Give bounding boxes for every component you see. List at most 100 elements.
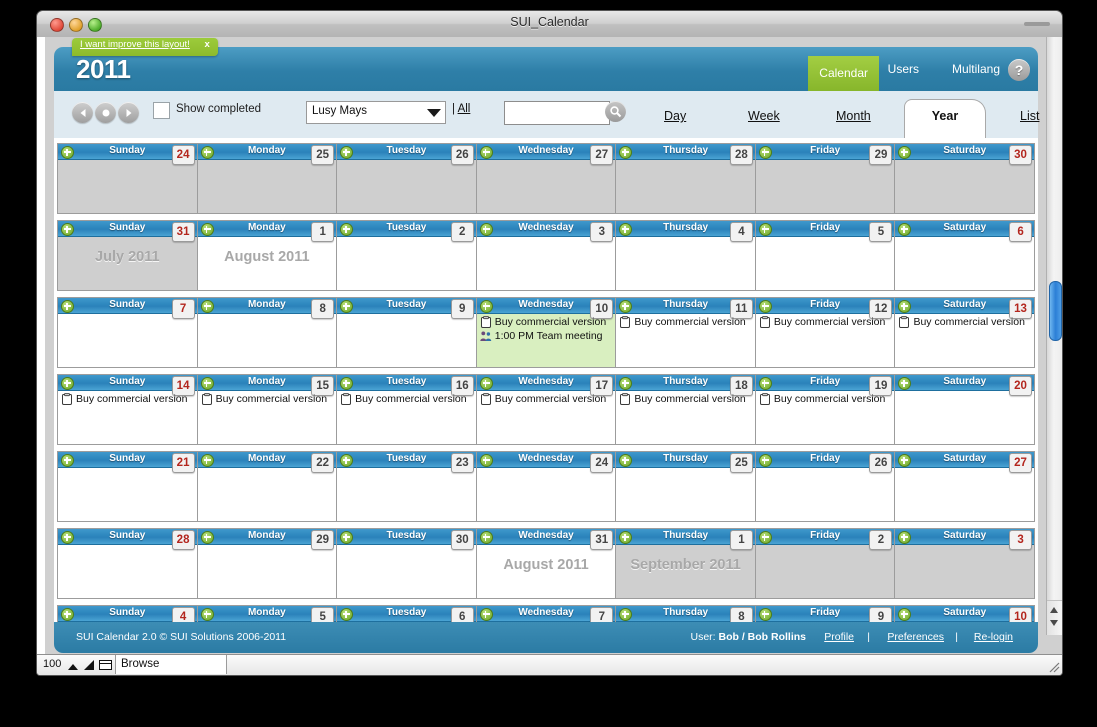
toggle-window-icon[interactable] bbox=[99, 659, 112, 671]
calendar-day-cell[interactable]: Wednesday 27 bbox=[476, 144, 617, 213]
calendar-day-cell[interactable]: Saturday 10 bbox=[895, 606, 1035, 622]
next-arrow-icon[interactable] bbox=[118, 102, 139, 123]
calendar-day-cell[interactable]: Wednesday 24 bbox=[476, 452, 617, 521]
day-number[interactable]: 7 bbox=[590, 607, 614, 622]
nav-item-calendar[interactable]: Calendar bbox=[808, 56, 879, 91]
calendar-day-cell[interactable]: Thursday 25 bbox=[616, 452, 756, 521]
scroll-up-icon[interactable] bbox=[1050, 607, 1058, 613]
calendar-event[interactable]: Buy commercial version bbox=[201, 392, 335, 406]
calendar-day-cell[interactable]: Thursday 8 bbox=[616, 606, 756, 622]
calendar-day-cell[interactable]: Wednesday 31 August 2011 bbox=[476, 529, 617, 598]
calendar-day-cell[interactable]: Monday 29 bbox=[197, 529, 338, 598]
scrollbar-arrows[interactable] bbox=[1047, 600, 1062, 635]
calendar-day-cell[interactable]: Thursday 4 bbox=[616, 221, 756, 290]
calendar-day-cell[interactable]: Wednesday 10 Buy commercial version 1:00 PM… bbox=[476, 298, 617, 367]
calendar-day-cell[interactable]: Tuesday 6 bbox=[337, 606, 477, 622]
calendar-day-cell[interactable]: Saturday 27 bbox=[895, 452, 1035, 521]
tab-year[interactable]: Year bbox=[904, 99, 986, 140]
calendar-day-cell[interactable]: Tuesday 2 bbox=[337, 221, 477, 290]
vertical-scrollbar[interactable] bbox=[1046, 37, 1062, 635]
calendar-event[interactable]: Buy commercial version bbox=[480, 392, 614, 406]
search-icon[interactable] bbox=[605, 101, 626, 122]
help-button[interactable]: ? bbox=[1008, 59, 1030, 81]
calendar-day-cell[interactable]: Friday 9 bbox=[755, 606, 896, 622]
tab-month[interactable]: Month bbox=[836, 109, 871, 123]
calendar-event[interactable]: 1:00 PM Team meeting bbox=[480, 329, 614, 343]
show-completed-checkbox[interactable] bbox=[153, 102, 170, 119]
calendar-day-cell[interactable]: Tuesday 23 bbox=[337, 452, 477, 521]
calendar-day-cell[interactable]: Friday 5 bbox=[755, 221, 896, 290]
calendar-day-cell[interactable]: Monday 5 bbox=[197, 606, 338, 622]
calendar-day-cell[interactable]: Tuesday 30 bbox=[337, 529, 477, 598]
calendar-day-cell[interactable]: Monday 22 bbox=[197, 452, 338, 521]
calendar-day-cell[interactable]: Monday 15 Buy commercial version bbox=[197, 375, 338, 444]
calendar-day-cell[interactable]: Saturday 3 bbox=[895, 529, 1035, 598]
calendar-day-cell[interactable]: Saturday 6 bbox=[895, 221, 1035, 290]
calendar-day-cell[interactable]: Wednesday 3 bbox=[476, 221, 617, 290]
toolbar-toggle-pill[interactable] bbox=[1024, 22, 1050, 26]
calendar-day-cell[interactable]: Friday 2 bbox=[755, 529, 896, 598]
zoom-in-icon[interactable] bbox=[83, 659, 96, 671]
day-number[interactable]: 9 bbox=[869, 607, 893, 622]
calendar-event[interactable]: Buy commercial version bbox=[340, 392, 474, 406]
calendar-day-cell[interactable]: Saturday 13 Buy commercial version bbox=[895, 298, 1035, 367]
day-events bbox=[895, 160, 1034, 213]
calendar-day-cell[interactable]: Sunday 4 bbox=[58, 606, 198, 622]
scroll-down-icon[interactable] bbox=[1050, 620, 1058, 626]
improve-layout-link[interactable]: I want improve this layout! bbox=[80, 39, 190, 50]
calendar-event[interactable]: Buy commercial version bbox=[61, 392, 195, 406]
calendar-day-cell[interactable]: Friday 12 Buy commercial version bbox=[755, 298, 896, 367]
calendar-day-cell[interactable]: Tuesday 16 Buy commercial version bbox=[337, 375, 477, 444]
calendar-day-cell[interactable]: Saturday 20 bbox=[895, 375, 1035, 444]
nav-item-multilang[interactable]: Multilang bbox=[941, 56, 1011, 82]
calendar-day-cell[interactable]: Tuesday 26 bbox=[337, 144, 477, 213]
calendar-day-cell[interactable]: Sunday 14 Buy commercial version bbox=[58, 375, 198, 444]
calendar-event[interactable]: Buy commercial version bbox=[480, 315, 614, 329]
calendar-day-cell[interactable]: Friday 26 bbox=[755, 452, 896, 521]
day-number[interactable]: 5 bbox=[311, 607, 335, 622]
close-icon[interactable]: x bbox=[204, 39, 209, 50]
relogin-link[interactable]: Re-login bbox=[974, 631, 1013, 643]
all-users-link[interactable]: | All bbox=[452, 103, 470, 115]
calendar-day-cell[interactable]: Friday 29 bbox=[755, 144, 896, 213]
calendar-day-cell[interactable]: Thursday 1 September 2011 bbox=[616, 529, 756, 598]
calendar-day-cell[interactable]: Saturday 30 bbox=[895, 144, 1035, 213]
calendar-day-cell[interactable]: Sunday 28 bbox=[58, 529, 198, 598]
tab-day[interactable]: Day bbox=[664, 109, 686, 123]
calendar-day-cell[interactable]: Sunday 31 July 2011 bbox=[58, 221, 198, 290]
calendar-day-cell[interactable]: Wednesday 7 bbox=[476, 606, 617, 622]
tab-list[interactable]: List bbox=[1020, 109, 1039, 123]
calendar-day-cell[interactable]: Thursday 28 bbox=[616, 144, 756, 213]
calendar-event[interactable]: Buy commercial version bbox=[619, 392, 753, 406]
calendar-day-cell[interactable]: Sunday 24 bbox=[58, 144, 198, 213]
calendar-day-cell[interactable]: Monday 8 bbox=[197, 298, 338, 367]
search-input[interactable] bbox=[504, 101, 610, 125]
tab-week[interactable]: Week bbox=[748, 109, 780, 123]
calendar-day-cell[interactable]: Thursday 18 Buy commercial version bbox=[616, 375, 756, 444]
resize-grip-icon[interactable] bbox=[1046, 659, 1060, 673]
calendar-day-cell[interactable]: Sunday 7 bbox=[58, 298, 198, 367]
calendar-event[interactable]: Buy commercial version bbox=[619, 315, 753, 329]
calendar-day-cell[interactable]: Monday 25 bbox=[197, 144, 338, 213]
zoom-out-icon[interactable] bbox=[67, 659, 80, 671]
preferences-link[interactable]: Preferences bbox=[887, 631, 944, 643]
calendar-event[interactable]: Buy commercial version bbox=[759, 392, 893, 406]
calendar-event[interactable]: Buy commercial version bbox=[759, 315, 893, 329]
day-number[interactable]: 6 bbox=[450, 607, 474, 622]
today-dot-icon[interactable] bbox=[95, 102, 116, 123]
calendar-day-cell[interactable]: Friday 19 Buy commercial version bbox=[755, 375, 896, 444]
profile-link[interactable]: Profile bbox=[824, 631, 854, 643]
previous-arrow-icon[interactable] bbox=[72, 102, 93, 123]
calendar-day-cell[interactable]: Wednesday 17 Buy commercial version bbox=[476, 375, 617, 444]
day-number[interactable]: 8 bbox=[729, 607, 753, 622]
day-number[interactable]: 10 bbox=[1009, 607, 1033, 622]
nav-item-users[interactable]: Users bbox=[877, 56, 930, 82]
day-number[interactable]: 4 bbox=[171, 607, 195, 622]
calendar-day-cell[interactable]: Tuesday 9 bbox=[337, 298, 477, 367]
calendar-day-cell[interactable]: Monday 1 August 2011 bbox=[197, 221, 338, 290]
scrollbar-thumb[interactable] bbox=[1049, 281, 1062, 341]
calendar-day-cell[interactable]: Sunday 21 bbox=[58, 452, 198, 521]
calendar-event[interactable]: Buy commercial version bbox=[898, 315, 1032, 329]
calendar-day-cell[interactable]: Thursday 11 Buy commercial version bbox=[616, 298, 756, 367]
user-filter-select[interactable]: Lusy Mays bbox=[306, 101, 446, 124]
